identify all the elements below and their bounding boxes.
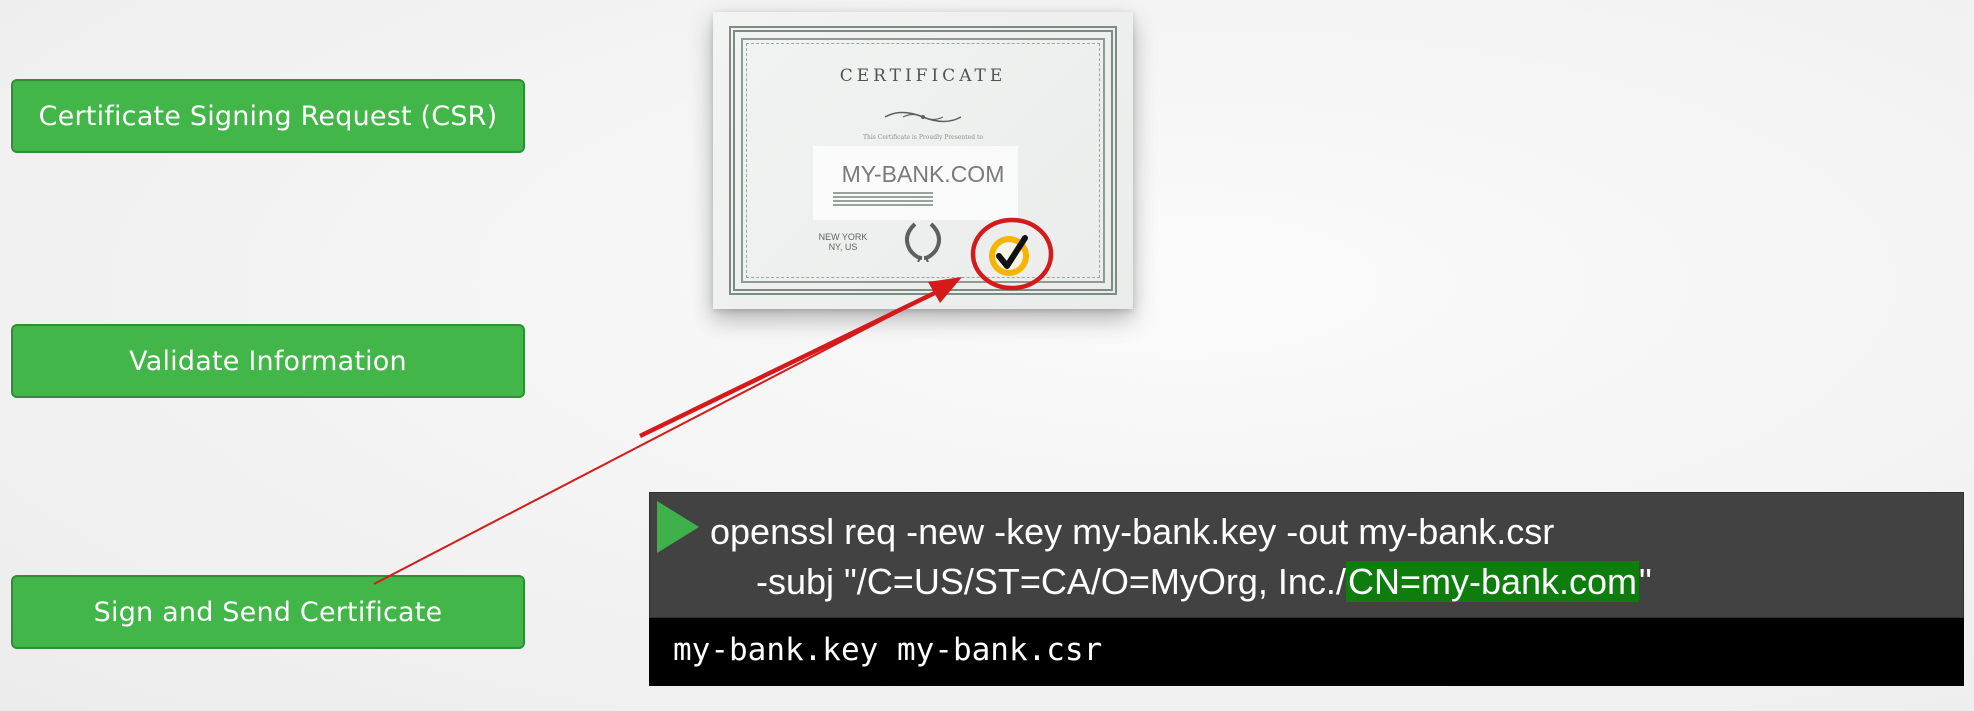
- command-subj-prefix: -subj "/C=US/ST=CA/O=MyOrg, Inc./: [756, 561, 1346, 602]
- command-subj-suffix: ": [1639, 561, 1652, 602]
- command-line-2: -subj "/C=US/ST=CA/O=MyOrg, Inc./CN=my-b…: [756, 558, 1652, 606]
- play-icon: [657, 501, 699, 553]
- command-line-1: openssl req -new -key my-bank.key -out m…: [710, 511, 1555, 552]
- common-name-highlight: CN=my-bank.com: [1345, 561, 1640, 602]
- terminal-output-box: my-bank.key my-bank.csr: [649, 618, 1964, 686]
- terminal-output-text: my-bank.key my-bank.csr: [673, 632, 1103, 668]
- terminal-command-box: openssl req -new -key my-bank.key -out m…: [649, 492, 1964, 618]
